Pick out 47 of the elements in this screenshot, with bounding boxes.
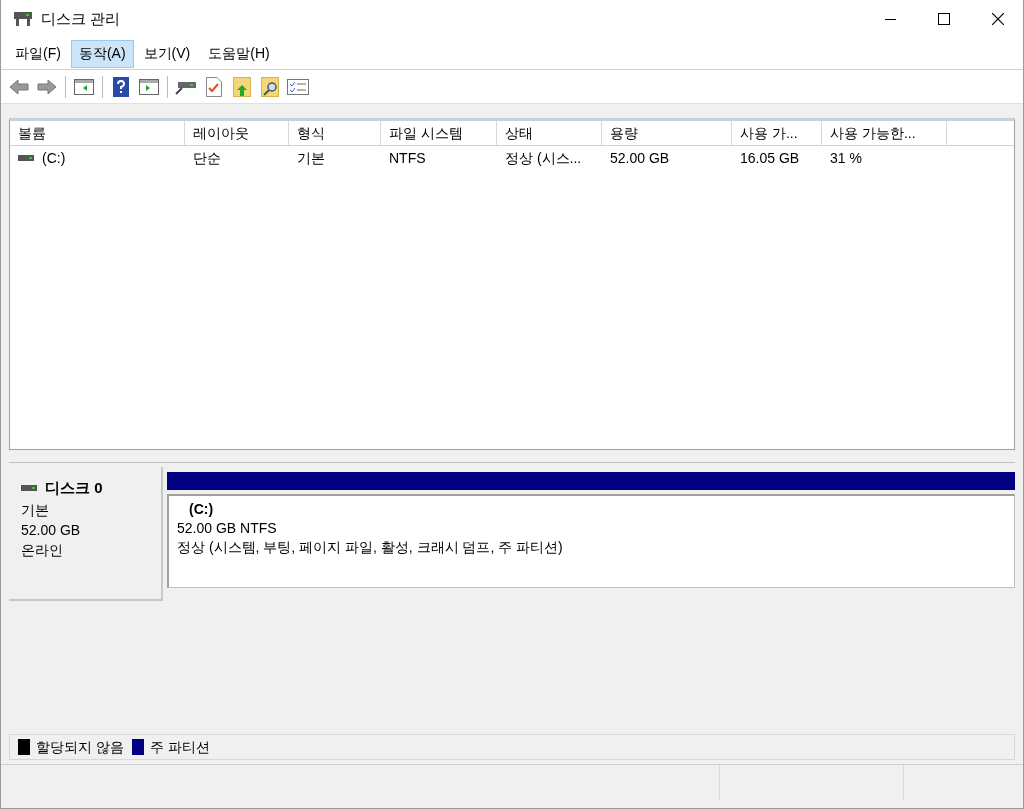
maximize-icon: [938, 13, 950, 25]
disk-status: 온라인: [21, 540, 64, 560]
table-cell-text: 52.00 GB: [610, 148, 670, 168]
column-header[interactable]: 형식: [289, 121, 381, 145]
table-cell-text: (C:): [42, 148, 66, 168]
column-header[interactable]: 상태: [497, 121, 602, 145]
legend-label: 할당되지 않음: [36, 737, 124, 757]
table-cell-text: 정상 (시스...: [505, 148, 582, 168]
left-arrow-icon: [9, 78, 29, 95]
column-header[interactable]: 볼륨: [10, 121, 185, 145]
table-cell-text: 16.05 GB: [740, 148, 800, 168]
table-cell-text: 단순: [193, 148, 221, 168]
panel-window-icon: [74, 78, 94, 95]
legend-label: 주 파티션: [149, 737, 210, 757]
help-icon: [113, 76, 129, 97]
partition-status: 정상 (시스템, 부팅, 페이지 파일, 활성, 크래시 덤프, 주 파티션): [177, 538, 564, 557]
drive-icon: [21, 485, 37, 492]
disk-size: 52.00 GB: [21, 520, 82, 540]
disk-name: 디스크 0: [45, 478, 103, 498]
column-header[interactable]: 레이아웃: [185, 121, 289, 145]
table-cell-text: NTFS: [389, 148, 426, 168]
menu-item[interactable]: 도움말(H): [200, 39, 278, 68]
panel-window-icon: [139, 78, 159, 95]
disk-drive-icon: [13, 10, 33, 28]
folder-magnifier-icon: [261, 76, 279, 97]
menu-item[interactable]: 동작(A): [70, 39, 134, 68]
table-cell-text: 기본: [297, 148, 325, 168]
folder-search-button[interactable]: [258, 74, 282, 99]
right-arrow-icon: [37, 78, 57, 95]
column-header[interactable]: 사용 가...: [732, 121, 822, 145]
column-header[interactable]: 용량: [602, 121, 732, 145]
partition-label: (C:): [189, 500, 215, 519]
menu-item[interactable]: 보기(V): [135, 39, 199, 68]
table-cell-text: 31 %: [830, 148, 862, 168]
folder-up-button[interactable]: [230, 74, 254, 99]
drive-icon: [18, 155, 34, 161]
checklist-icon: [287, 78, 309, 95]
column-header[interactable]: 파일 시스템: [381, 121, 497, 145]
minimize-icon: [884, 18, 896, 20]
partition-size: 52.00 GB NTFS: [177, 519, 278, 538]
window-title: 디스크 관리: [41, 8, 121, 29]
document-check-icon: [206, 76, 222, 97]
disk-type: 기본: [21, 500, 50, 520]
partition-box[interactable]: (C:) 52.00 GB NTFS 정상 (시스템, 부팅, 페이지 파일, 활성, 크래시 덤프, 주 파티션): [167, 494, 1015, 588]
menu-item[interactable]: 파일(F): [7, 39, 69, 68]
column-header[interactable]: 사용 가능한...: [822, 121, 947, 145]
close-icon: [992, 13, 1004, 25]
